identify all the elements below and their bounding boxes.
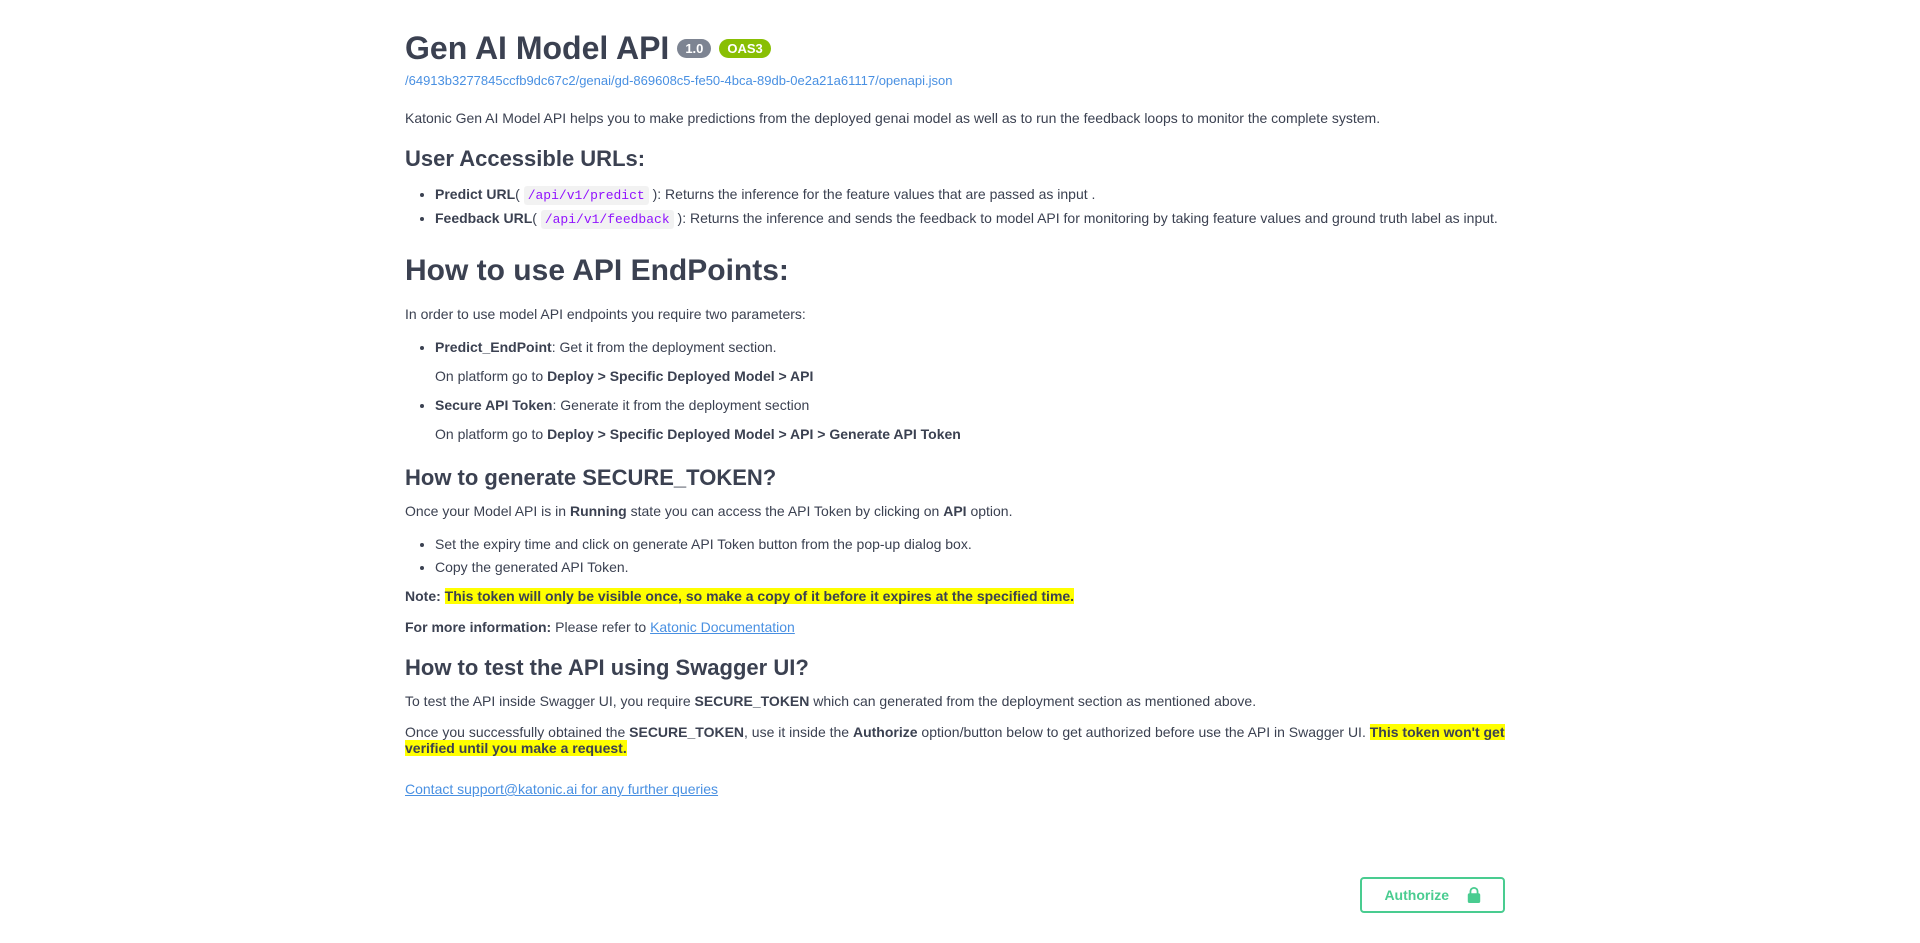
predict-desc: ): Returns the inference for the feature…: [653, 186, 1096, 202]
predict-ep-bold: Predict_EndPoint: [435, 339, 552, 355]
version-badge: 1.0: [677, 39, 711, 58]
swagger-heading: How to test the API using Swagger UI?: [405, 655, 1515, 681]
more-info-line: For more information: Please refer to Ka…: [405, 619, 1515, 635]
predict-url-item: Predict URL( /api/v1/predict ): Returns …: [435, 184, 1515, 206]
authorize-label: Authorize: [1384, 887, 1449, 903]
token-nav: On platform go to Deploy > Specific Depl…: [435, 424, 1515, 445]
gen-token-heading: How to generate SECURE_TOKEN?: [405, 465, 1515, 491]
swagger-p2: Once you successfully obtained the SECUR…: [405, 724, 1515, 756]
predict-ep-tail: : Get it from the deployment section.: [552, 339, 777, 355]
feedback-label: Feedback URL: [435, 210, 532, 226]
how-use-heading: How to use API EndPoints:: [405, 254, 1515, 288]
predict-endpoint-item: Predict_EndPoint: Get it from the deploy…: [435, 337, 1515, 387]
note-line: Note: This token will only be visible on…: [405, 588, 1515, 604]
lock-icon: [1467, 887, 1481, 903]
api-header: Gen AI Model API 1.0 OAS3 /64913b3277845…: [405, 30, 1515, 90]
gen-step-1: Set the expiry time and click on generat…: [435, 534, 1515, 555]
predict-ep-nav: On platform go to Deploy > Specific Depl…: [435, 366, 1515, 387]
swagger-p1: To test the API inside Swagger UI, you r…: [405, 693, 1515, 709]
gen-token-sentence: Once your Model API is in Running state …: [405, 503, 1515, 519]
user-urls-heading: User Accessible URLs:: [405, 146, 1515, 172]
spec-url-link[interactable]: /64913b3277845ccfb9dc67c2/genai/gd-86960…: [405, 73, 952, 88]
docs-link[interactable]: Katonic Documentation: [650, 619, 795, 635]
how-use-intro: In order to use model API endpoints you …: [405, 306, 1515, 322]
description-block: Katonic Gen AI Model API helps you to ma…: [405, 110, 1515, 797]
predict-path: /api/v1/predict: [524, 186, 649, 205]
oas-badge: OAS3: [719, 39, 770, 58]
feedback-path: /api/v1/feedback: [541, 210, 674, 229]
page-title: Gen AI Model API: [405, 30, 669, 67]
token-tail: : Generate it from the deployment sectio…: [552, 397, 809, 413]
feedback-url-item: Feedback URL( /api/v1/feedback ): Return…: [435, 208, 1515, 230]
intro-text: Katonic Gen AI Model API helps you to ma…: [405, 110, 1515, 126]
authorize-button[interactable]: Authorize: [1360, 877, 1505, 913]
predict-label: Predict URL: [435, 186, 515, 202]
feedback-desc: ): Returns the inference and sends the f…: [678, 210, 1498, 226]
token-bold: Secure API Token: [435, 397, 552, 413]
secure-token-item: Secure API Token: Generate it from the d…: [435, 395, 1515, 445]
contact-link[interactable]: Contact support@katonic.ai for any furth…: [405, 781, 718, 797]
gen-step-2: Copy the generated API Token.: [435, 557, 1515, 578]
